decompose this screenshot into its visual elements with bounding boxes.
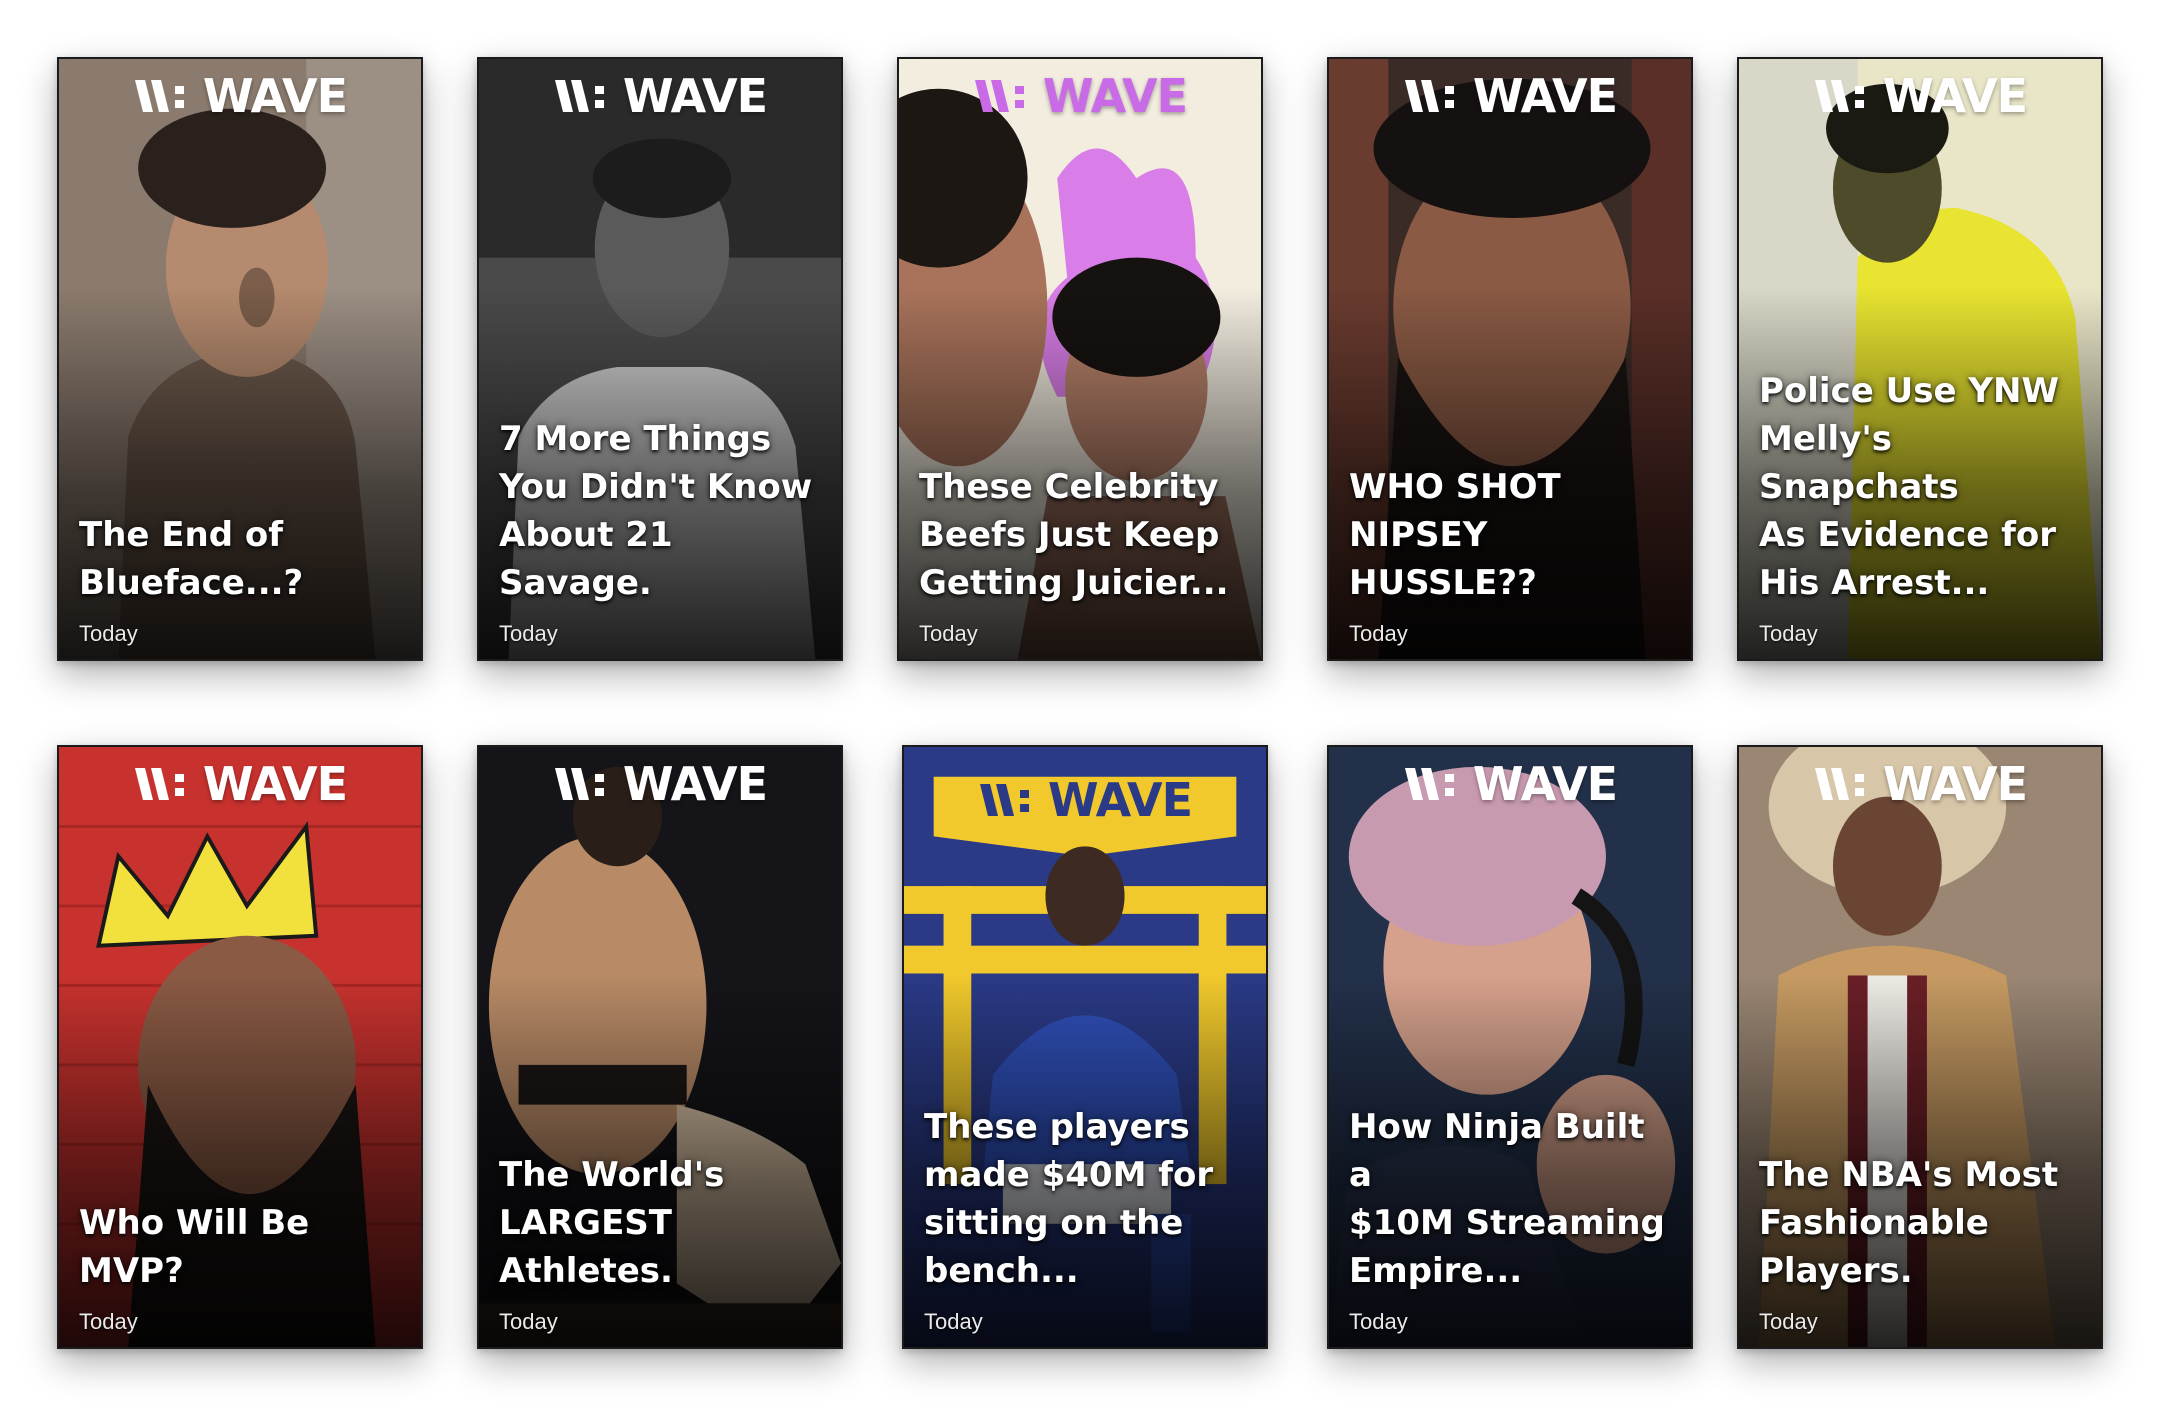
story-headline: These Celebrity Beefs Just Keep Getting … (919, 467, 1229, 603)
wave-logo-text: WAVE (1047, 773, 1193, 827)
story-grid: WAVE The End of Blueface...? Today WAVE (0, 0, 2160, 1410)
story-headline: The World's LARGEST Athletes. (499, 1155, 725, 1291)
story-card-ynw-melly[interactable]: WAVE Police Use YNW Melly's Snapchats As… (1737, 57, 2103, 661)
story-timestamp: Today (1759, 621, 1818, 646)
wave-logo-icon (1814, 768, 1864, 800)
story-timestamp: Today (1349, 1309, 1408, 1334)
wave-logo: WAVE (1329, 757, 1691, 811)
wave-logo-icon (554, 80, 604, 112)
story-headline: The NBA's Most Fashionable Players. (1759, 1155, 2059, 1291)
story-card-nipsey-hussle[interactable]: WAVE WHO SHOT NIPSEY HUSSLE?? Today (1327, 57, 1693, 661)
story-headline: Police Use YNW Melly's Snapchats As Evid… (1759, 371, 2059, 603)
wave-logo: WAVE (479, 69, 841, 123)
wave-logo: WAVE (59, 69, 421, 123)
wave-logo-text: WAVE (1472, 69, 1618, 123)
story-headline: Who Will Be MVP? (79, 1203, 310, 1291)
story-card-celebrity-beefs[interactable]: WAVE These Celebrity Beefs Just Keep Get… (897, 57, 1263, 661)
wave-logo-text: WAVE (622, 757, 768, 811)
wave-logo: WAVE (1739, 757, 2101, 811)
story-card-21-savage[interactable]: WAVE 7 More Things You Didn't Know About… (477, 57, 843, 661)
story-headline: The End of Blueface...? (79, 515, 304, 603)
wave-logo-icon (1404, 80, 1454, 112)
story-timestamp: Today (79, 621, 138, 646)
story-timestamp: Today (499, 621, 558, 646)
story-card-nba-fashion[interactable]: WAVE The NBA's Most Fashionable Players.… (1737, 745, 2103, 1349)
wave-logo-icon (1814, 80, 1864, 112)
wave-logo-icon (554, 768, 604, 800)
wave-logo-text: WAVE (1472, 757, 1618, 811)
wave-logo-text: WAVE (1882, 69, 2028, 123)
wave-logo-text: WAVE (622, 69, 768, 123)
wave-logo-icon (974, 80, 1024, 112)
story-card-blueface[interactable]: WAVE The End of Blueface...? Today (57, 57, 423, 661)
story-card-mvp[interactable]: WAVE Who Will Be MVP? Today (57, 745, 423, 1349)
story-timestamp: Today (1349, 621, 1408, 646)
story-timestamp: Today (924, 1309, 983, 1334)
wave-logo-icon (979, 784, 1029, 816)
story-timestamp: Today (499, 1309, 558, 1334)
story-card-largest-athletes[interactable]: WAVE The World's LARGEST Athletes. Today (477, 745, 843, 1349)
wave-logo-text: WAVE (202, 69, 348, 123)
story-timestamp: Today (79, 1309, 138, 1334)
wave-logo-icon (134, 768, 184, 800)
wave-logo: WAVE (1739, 69, 2101, 123)
wave-logo: WAVE (479, 757, 841, 811)
story-headline: These players made $40M for sitting on t… (924, 1107, 1214, 1291)
wave-logo: WAVE (904, 773, 1266, 827)
wave-logo: WAVE (1329, 69, 1691, 123)
story-timestamp: Today (919, 621, 978, 646)
story-card-ninja[interactable]: WAVE How Ninja Built a $10M Streaming Em… (1327, 745, 1693, 1349)
wave-logo: WAVE (59, 757, 421, 811)
wave-logo-text: WAVE (1882, 757, 2028, 811)
story-headline: How Ninja Built a $10M Streaming Empire.… (1349, 1107, 1665, 1291)
wave-logo: WAVE (899, 69, 1261, 123)
story-headline: 7 More Things You Didn't Know About 21 S… (499, 419, 813, 603)
wave-logo-icon (1404, 768, 1454, 800)
story-timestamp: Today (1759, 1309, 1818, 1334)
wave-logo-icon (134, 80, 184, 112)
story-card-40m-bench[interactable]: WAVE These players made $40M for sitting… (902, 745, 1268, 1349)
wave-logo-text: WAVE (1042, 69, 1188, 123)
wave-logo-text: WAVE (202, 757, 348, 811)
story-headline: WHO SHOT NIPSEY HUSSLE?? (1349, 467, 1561, 603)
